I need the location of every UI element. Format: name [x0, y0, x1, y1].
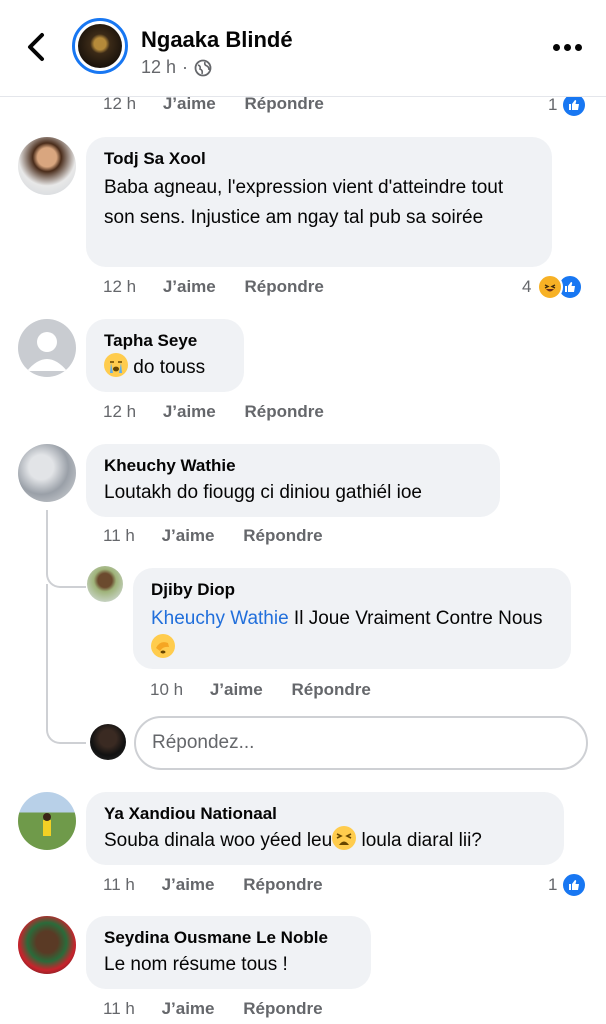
- reaction-summary[interactable]: 4: [522, 274, 584, 300]
- reply-text: Il Joue Vraiment Contre Nous: [288, 608, 543, 629]
- post-time: 12 h: [141, 57, 177, 77]
- like-button[interactable]: J’aime: [162, 526, 215, 545]
- comment-actions: 12 h J’aime Répondre: [103, 277, 348, 297]
- reaction-count: 1: [548, 95, 558, 114]
- comment-text: Souba dinala woo yéed leu: [104, 830, 333, 851]
- reply-input[interactable]: Répondez...: [134, 716, 588, 770]
- crying-face-emoji-icon: [104, 353, 128, 377]
- post-meta: 12 h ·: [141, 57, 212, 78]
- reply-button[interactable]: Répondre: [243, 526, 322, 545]
- comment-text: Loutakh do fiougg ci diniou gathiél ioe: [104, 482, 422, 503]
- comment-text: Le nom résume tous !: [104, 954, 288, 975]
- reply-author[interactable]: Djiby Diop: [151, 580, 553, 600]
- reply-author-avatar[interactable]: [87, 566, 123, 602]
- like-button[interactable]: J’aime: [162, 999, 215, 1018]
- comment-time: 12 h: [103, 402, 137, 421]
- reply-text-block: Kheuchy Wathie Il Joue Vraiment Contre N…: [151, 604, 553, 664]
- thread-connector: [46, 584, 86, 744]
- like-button[interactable]: J’aime: [163, 402, 216, 421]
- comment-author[interactable]: Todj Sa Xool: [104, 149, 534, 169]
- comment-author[interactable]: Tapha Seye: [104, 331, 226, 351]
- haha-reaction-icon: [537, 274, 564, 300]
- page-name[interactable]: Ngaaka Blindé: [141, 27, 293, 53]
- comment-author[interactable]: Ya Xandiou Nationaal: [104, 804, 546, 824]
- commenter-avatar[interactable]: [18, 916, 76, 974]
- back-arrow-icon[interactable]: [22, 30, 52, 64]
- comment-time: 11 h: [103, 526, 135, 545]
- reply-button[interactable]: Répondre: [243, 999, 322, 1018]
- reaction-count: 1: [548, 875, 558, 894]
- comment-bubble: Tapha Seye do touss: [86, 319, 244, 392]
- comment-time: 11 h: [103, 875, 135, 894]
- comment-bubble: Todj Sa Xool Baba agneau, l'expression v…: [86, 137, 552, 267]
- post-header: Ngaaka Blindé 12 h ·: [0, 0, 606, 97]
- mention-link[interactable]: Kheuchy Wathie: [151, 608, 289, 629]
- comment-bubble: Ya Xandiou Nationaal Souba dinala woo yé…: [86, 792, 564, 865]
- comment-actions: 11 h J’aime Répondre: [103, 875, 347, 895]
- current-user-avatar: [90, 724, 126, 760]
- facepalm-emoji-icon: [151, 634, 175, 658]
- comment-text-line: do touss: [104, 353, 226, 383]
- page-avatar[interactable]: [72, 18, 128, 74]
- commenter-avatar[interactable]: [18, 792, 76, 850]
- comment-text: Baba agneau, l'expression vient d'attein…: [104, 177, 504, 228]
- comment-actions: 12 h J’aime Répondre: [103, 94, 348, 114]
- comment-text-line: Souba dinala woo yéed leu loula diaral l…: [104, 826, 546, 856]
- reply-actions: 10 h J’aime Répondre: [150, 680, 395, 700]
- like-reaction-icon: [561, 872, 588, 898]
- comment-bubble: Seydina Ousmane Le Noble Le nom résume t…: [86, 916, 371, 989]
- reply-button[interactable]: Répondre: [292, 680, 371, 699]
- comment-actions: 11 h J’aime Répondre: [103, 526, 347, 546]
- comment-time: 11 h: [103, 999, 135, 1018]
- comment-actions: 12 h J’aime Répondre: [103, 402, 348, 422]
- tired-face-emoji-icon: [332, 826, 357, 850]
- reaction-summary[interactable]: 1: [548, 872, 588, 898]
- comment-time: 12 h: [103, 277, 137, 296]
- comment-author[interactable]: Seydina Ousmane Le Noble: [104, 928, 353, 948]
- globe-icon: [194, 59, 212, 76]
- commenter-avatar[interactable]: [18, 444, 76, 502]
- commenter-avatar[interactable]: [18, 137, 76, 195]
- like-button[interactable]: J’aime: [162, 875, 215, 894]
- reply-time: 10 h: [150, 680, 184, 699]
- reply-button[interactable]: Répondre: [245, 277, 324, 296]
- reply-button[interactable]: Répondre: [243, 875, 322, 894]
- like-button[interactable]: J’aime: [210, 680, 263, 699]
- meta-separator: ·: [182, 57, 189, 77]
- comment-actions: 11 h J’aime Répondre: [103, 999, 347, 1019]
- reply-button[interactable]: Répondre: [245, 402, 324, 421]
- default-avatar-icon[interactable]: [18, 319, 76, 377]
- like-button[interactable]: J’aime: [163, 277, 216, 296]
- comment-author[interactable]: Kheuchy Wathie: [104, 456, 482, 476]
- more-options-icon[interactable]: [553, 44, 582, 51]
- reaction-count: 4: [522, 277, 532, 296]
- comment-text: do touss: [133, 357, 206, 378]
- comment-bubble: Kheuchy Wathie Loutakh do fiougg ci dini…: [86, 444, 500, 517]
- comment-text: loula diaral lii?: [356, 830, 482, 851]
- reply-bubble: Djiby Diop Kheuchy Wathie Il Joue Vraime…: [133, 568, 571, 669]
